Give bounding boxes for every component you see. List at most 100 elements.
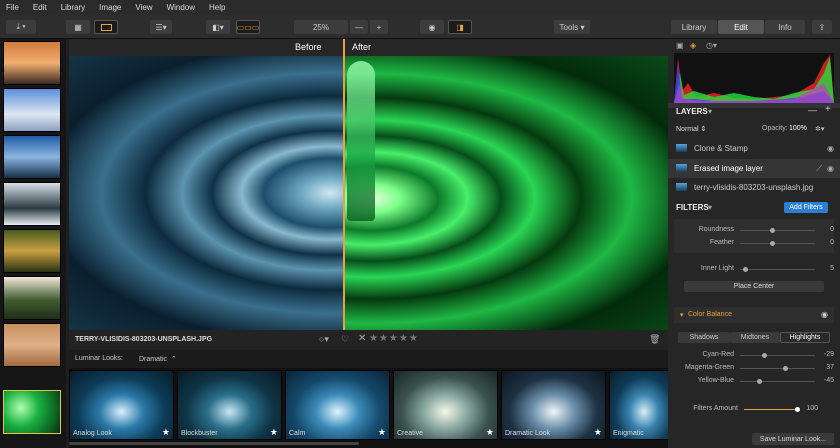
preview-button[interactable]: ◉	[420, 20, 444, 34]
place-center-button[interactable]: Place Center	[684, 281, 824, 292]
compare-button[interactable]: ◨	[448, 20, 472, 34]
slider-knob[interactable]	[762, 353, 767, 358]
star-rating[interactable]: ★★★★★	[369, 333, 419, 344]
slider-knob[interactable]	[795, 407, 800, 412]
layer-item[interactable]: Clone & Stamp ◉	[668, 139, 840, 158]
filmstrip-thumb[interactable]	[3, 182, 61, 226]
star-icon[interactable]: ★	[594, 427, 602, 438]
tab-highlights[interactable]: Highlights	[780, 332, 830, 343]
share-button[interactable]: ⇪	[812, 20, 832, 34]
menu-library[interactable]: Library	[61, 3, 85, 12]
star-icon[interactable]: ★	[378, 427, 386, 438]
menu-file[interactable]: File	[6, 3, 19, 12]
look-name: Dramatic Look	[505, 430, 551, 437]
star-icon[interactable]: ★	[162, 427, 170, 438]
star-icon[interactable]: ★	[486, 427, 494, 438]
add-filters-button[interactable]: Add Filters	[784, 202, 828, 213]
roundness-slider[interactable]: Roundness 0	[668, 224, 840, 236]
brush-icon[interactable]: ⟋	[816, 164, 822, 174]
blend-mode-select[interactable]: Normal ⇕	[676, 125, 706, 133]
layer-item[interactable]: terry-vlisidis-803203-unsplash.jpg	[668, 178, 840, 197]
looks-category-select[interactable]: Dramatic ⌃	[139, 355, 177, 363]
trash-icon[interactable]: 🗑	[649, 334, 660, 345]
filters-amount-slider[interactable]: Filters Amount 100	[668, 403, 840, 415]
look-thumb[interactable]: Enigmatic	[609, 370, 668, 440]
slider-knob[interactable]	[770, 241, 775, 246]
chevron-down-icon[interactable]: ▾	[708, 203, 712, 212]
slider-knob[interactable]	[757, 379, 762, 384]
slider-knob[interactable]	[783, 366, 788, 371]
yellow-blue-slider[interactable]: Yellow-Blue -45	[668, 375, 840, 387]
menu-edit[interactable]: Edit	[33, 3, 47, 12]
color-balance-header[interactable]: ▾ Color Balance ◉	[674, 307, 834, 323]
sidebar-toggle-button[interactable]: ◧▾	[206, 20, 230, 34]
menu-image[interactable]: Image	[99, 3, 121, 12]
slider-track[interactable]	[740, 230, 815, 231]
look-name: Calm	[289, 430, 306, 437]
eye-icon[interactable]: ◉	[821, 310, 828, 319]
chevron-down-icon[interactable]: ▾	[708, 107, 712, 116]
collapse-icon[interactable]: ▾	[680, 311, 684, 319]
filmstrip-thumb-selected[interactable]	[3, 390, 61, 434]
tools-button[interactable]: Tools ▾	[554, 20, 590, 34]
single-view-button[interactable]	[94, 20, 118, 34]
tab-library[interactable]: Library	[671, 20, 717, 34]
feather-slider[interactable]: Feather 0	[668, 237, 840, 249]
look-thumb[interactable]: Calm ★	[285, 370, 390, 440]
tab-shadows[interactable]: Shadows	[678, 332, 730, 343]
slider-track[interactable]	[740, 368, 815, 369]
menu-help[interactable]: Help	[209, 3, 225, 12]
filmstrip-toggle-button[interactable]: ▭▭▭	[236, 20, 260, 34]
menu-view[interactable]: View	[135, 3, 152, 12]
slider-track-filled[interactable]	[744, 409, 797, 410]
filmstrip-thumb[interactable]	[3, 323, 61, 367]
slider-track[interactable]	[740, 243, 815, 244]
zoom-out-button[interactable]: —	[350, 20, 368, 34]
save-luminar-look-button[interactable]: Save Luminar Look...	[752, 433, 834, 445]
slider-track[interactable]	[740, 269, 815, 270]
filmstrip-thumb[interactable]	[3, 135, 61, 179]
look-name: Enigmatic	[613, 430, 644, 437]
image-canvas[interactable]: Before After	[69, 39, 668, 330]
cyan-red-slider[interactable]: Cyan-Red -29	[668, 349, 840, 361]
image-icon[interactable]: ▣	[676, 41, 684, 50]
tab-edit[interactable]: Edit	[718, 20, 764, 34]
look-thumb[interactable]: Dramatic Look ★	[501, 370, 606, 440]
add-layer-button[interactable]: +	[825, 104, 831, 115]
look-thumb[interactable]: Blockbuster ★	[177, 370, 282, 440]
slider-track[interactable]	[740, 355, 815, 356]
look-thumb[interactable]: Analog Look ★	[69, 370, 174, 440]
layers-icon[interactable]: ◈	[690, 41, 696, 50]
tab-midtones[interactable]: Midtones	[730, 332, 780, 343]
layer-item-selected[interactable]: Erased image layer ⟋ ◉	[668, 159, 840, 178]
heart-icon[interactable]: ♡	[341, 334, 349, 345]
filmstrip-thumb[interactable]	[3, 229, 61, 273]
look-thumb[interactable]: Creative ★	[393, 370, 498, 440]
slider-track[interactable]	[740, 381, 815, 382]
history-icon[interactable]: ◷▾	[706, 41, 717, 50]
remove-layer-button[interactable]: —	[808, 105, 817, 115]
slider-knob[interactable]	[743, 267, 748, 272]
looks-scrollbar[interactable]	[69, 442, 359, 445]
sort-button[interactable]: ☰▾	[150, 20, 172, 34]
filmstrip-thumb[interactable]	[3, 88, 61, 132]
gallery-view-button[interactable]: ▦	[66, 20, 90, 34]
gear-icon[interactable]: ✲▾	[815, 125, 824, 133]
opacity-value[interactable]: 100%	[789, 125, 807, 132]
color-label-icon[interactable]: ○▾	[319, 334, 329, 345]
split-divider[interactable]	[343, 39, 345, 330]
slider-knob[interactable]	[770, 228, 775, 233]
menu-window[interactable]: Window	[167, 3, 195, 12]
zoom-select[interactable]: 25%	[294, 20, 348, 34]
eye-icon[interactable]: ◉	[827, 144, 834, 153]
inner-light-slider[interactable]: Inner Light 5	[668, 263, 840, 275]
magenta-green-slider[interactable]: Magenta-Green 37	[668, 362, 840, 374]
filmstrip-thumb[interactable]	[3, 41, 61, 85]
zoom-in-button[interactable]: +	[370, 20, 388, 34]
reject-icon[interactable]: ✕	[358, 333, 366, 344]
eye-icon[interactable]: ◉	[827, 164, 834, 173]
star-icon[interactable]: ★	[270, 427, 278, 438]
filmstrip-thumb[interactable]	[3, 276, 61, 320]
tab-info[interactable]: Info	[765, 20, 805, 34]
import-button[interactable]: ⤓ ▾	[6, 20, 36, 34]
